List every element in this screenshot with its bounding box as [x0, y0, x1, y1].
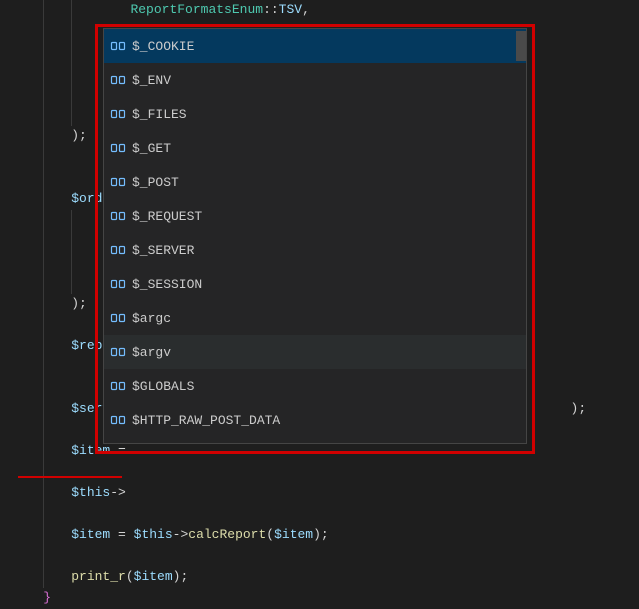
suggest-item[interactable]: $_GET	[104, 131, 526, 165]
suggest-item[interactable]: $_POST	[104, 165, 526, 199]
variable-icon	[110, 378, 126, 394]
code-line: ReportFormatsEnum::TSV,	[12, 0, 627, 21]
suggest-item[interactable]: $_FILES	[104, 97, 526, 131]
suggest-item[interactable]: $_SERVER	[104, 233, 526, 267]
code-line	[12, 546, 627, 567]
suggest-item-label: $_COOKIE	[132, 39, 194, 54]
suggest-item-label: $argv	[132, 345, 171, 360]
suggest-item[interactable]: $_COOKIE	[104, 29, 526, 63]
variable-icon	[110, 38, 126, 54]
suggest-item[interactable]: $HTTP_RAW_POST_DATA	[104, 403, 526, 437]
variable-icon	[110, 276, 126, 292]
code-line: $this->	[12, 483, 627, 504]
suggest-item-label: $_SERVER	[132, 243, 194, 258]
variable-icon	[110, 106, 126, 122]
code-line	[12, 504, 627, 525]
variable-icon	[110, 174, 126, 190]
code-line: $item =	[12, 441, 627, 462]
suggest-item-label: $HTTP_RAW_POST_DATA	[132, 413, 280, 428]
suggest-scrollbar[interactable]	[516, 31, 526, 61]
code-line	[12, 462, 627, 483]
suggest-item[interactable]: $_REQUEST	[104, 199, 526, 233]
suggest-item[interactable]: $GLOBALS	[104, 369, 526, 403]
suggest-item[interactable]: $argc	[104, 301, 526, 335]
variable-icon	[110, 310, 126, 326]
suggest-item-label: $_REQUEST	[132, 209, 202, 224]
suggest-item-label: $_FILES	[132, 107, 187, 122]
suggest-item-label: $argc	[132, 311, 171, 326]
variable-icon	[110, 242, 126, 258]
variable-icon	[110, 72, 126, 88]
suggest-item[interactable]: $_ENV	[104, 63, 526, 97]
code-line: print_r($item);	[12, 567, 627, 588]
variable-icon	[110, 208, 126, 224]
code-line: $item = $this->calcReport($item);	[12, 525, 627, 546]
suggest-item-label: $GLOBALS	[132, 379, 194, 394]
suggest-item-label: $_POST	[132, 175, 179, 190]
suggest-item-label: $_SESSION	[132, 277, 202, 292]
variable-icon	[110, 412, 126, 428]
variable-icon	[110, 140, 126, 156]
intellisense-popup[interactable]: $_COOKIE $_ENV $_FILES $_GET $_POST $_REQUEST…	[103, 28, 527, 444]
variable-icon	[110, 344, 126, 360]
suggest-item-label: $_ENV	[132, 73, 171, 88]
suggest-item-label: $_GET	[132, 141, 171, 156]
suggest-item[interactable]: $argv	[104, 335, 526, 369]
code-line: }	[12, 588, 627, 609]
suggest-item[interactable]: $_SESSION	[104, 267, 526, 301]
